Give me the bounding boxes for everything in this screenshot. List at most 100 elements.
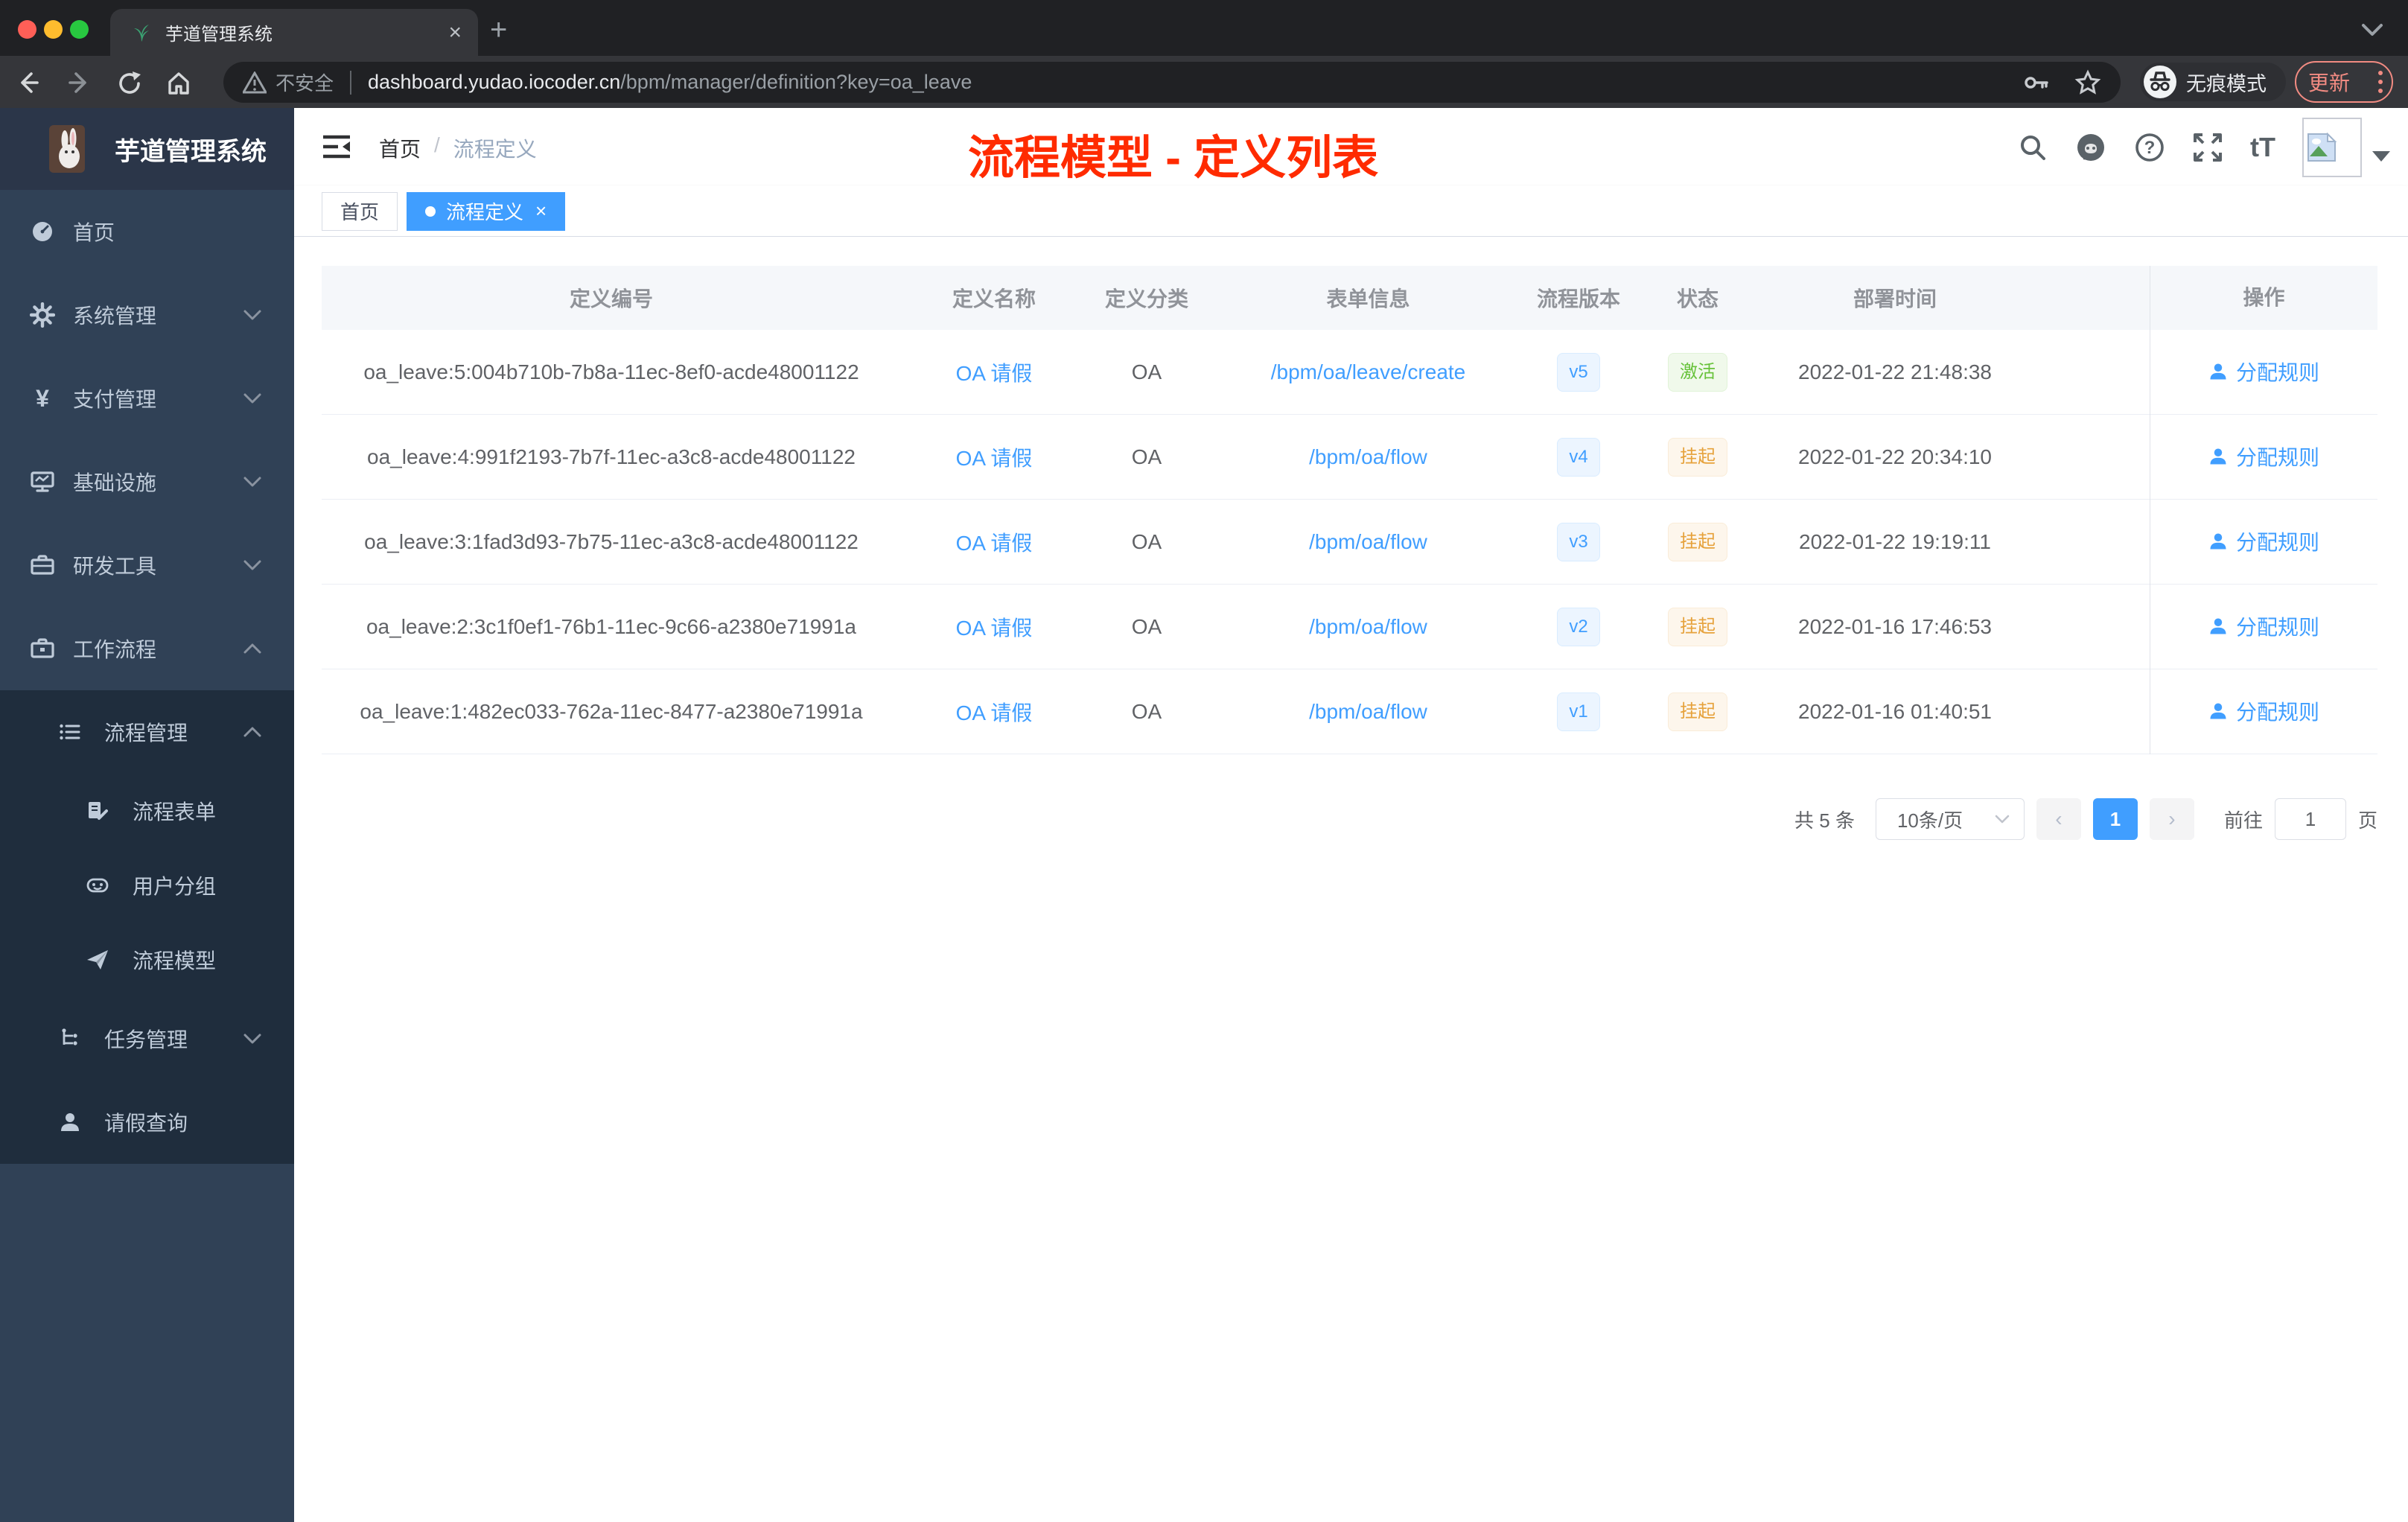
browser-menu-icon[interactable] (2378, 71, 2383, 93)
sidebar-fold-icon[interactable] (322, 133, 351, 160)
sidebar-item-label: 工作流程 (73, 638, 157, 661)
help-icon[interactable]: ? (2134, 132, 2165, 163)
sidebar-item-task-management[interactable]: 任务管理 (0, 997, 294, 1080)
definition-name-link[interactable]: OA 请假 (956, 617, 1033, 640)
chevron-down-icon (1995, 815, 2010, 824)
sidebar-item-label: 研发工具 (73, 555, 157, 578)
url-omnibox[interactable]: 不安全 dashboard.yudao.iocoder.cn/bpm/manag… (223, 62, 2121, 103)
col-action: 操作 (2150, 266, 2377, 330)
form-link[interactable]: /bpm/oa/flow (1309, 445, 1427, 468)
sidebar-item-label: 用户分组 (133, 875, 217, 898)
security-warning-icon[interactable] (243, 71, 267, 94)
assign-rule-label: 分配规则 (2235, 361, 2319, 384)
sidebar-item-leave-query[interactable]: 请假查询 (0, 1080, 294, 1164)
robot-face-icon (86, 873, 111, 897)
sidebar-item-label: 流程管理 (104, 722, 188, 745)
incognito-icon (2144, 66, 2176, 98)
browser-update-button[interactable]: 更新 (2295, 61, 2393, 103)
prev-page-button[interactable]: ‹ (2036, 798, 2081, 840)
chevron-down-icon (243, 476, 262, 488)
briefcase-icon (30, 636, 55, 661)
window-close-button[interactable] (18, 20, 36, 39)
sidebar-item-home[interactable]: 首页 (0, 190, 294, 273)
fullscreen-icon[interactable] (2192, 132, 2223, 163)
col-process-version: 流程版本 (1536, 287, 1620, 311)
definition-name-link[interactable]: OA 请假 (956, 362, 1033, 385)
table-row: oa_leave:1:482ec033-762a-11ec-8477-a2380… (322, 669, 2377, 754)
col-form-info: 表单信息 (1326, 287, 1410, 311)
page-unit-label: 页 (2357, 809, 2377, 832)
tag-process-definition[interactable]: 流程定义 × (407, 191, 566, 231)
col-definition-name: 定义名称 (952, 287, 1036, 311)
user-icon (2210, 448, 2226, 465)
sidebar-item-payment[interactable]: ¥ 支付管理 (0, 357, 294, 440)
url-text[interactable]: dashboard.yudao.iocoder.cn/bpm/manager/d… (368, 71, 2022, 94)
form-link[interactable]: /bpm/oa/flow (1309, 530, 1427, 553)
avatar-caret-icon[interactable] (2372, 150, 2390, 162)
assign-rule-button[interactable]: 分配规则 (2208, 357, 2319, 386)
table-row: oa_leave:4:991f2193-7b7f-11ec-a3c8-acde4… (322, 415, 2377, 500)
sidebar-item-label: 基础设施 (73, 471, 157, 494)
tag-home[interactable]: 首页 (322, 191, 398, 231)
form-link[interactable]: /bpm/oa/flow (1309, 700, 1427, 723)
cell-category: OA (1131, 699, 1162, 723)
cell-deploy-time: 2022-01-16 17:46:53 (1798, 614, 1992, 638)
github-icon[interactable] (2074, 131, 2107, 164)
cell-category: OA (1131, 445, 1162, 468)
form-link[interactable]: /bpm/oa/flow (1309, 615, 1427, 638)
definition-name-link[interactable]: OA 请假 (956, 701, 1033, 725)
breadcrumb-separator: / (434, 133, 440, 156)
definition-name-link[interactable]: OA 请假 (956, 447, 1033, 470)
home-icon[interactable] (165, 70, 192, 97)
sidebar-logo: 芋道管理系统 (0, 108, 294, 190)
new-tab-button[interactable]: + (490, 15, 507, 45)
sidebar-item-user-group[interactable]: 用户分组 (0, 848, 294, 923)
bookmark-star-icon[interactable] (2074, 69, 2101, 96)
avatar[interactable] (2302, 117, 2362, 177)
tags-view: 首页 流程定义 × (294, 186, 2408, 237)
tag-close-icon[interactable]: × (535, 200, 547, 223)
breadcrumb-home[interactable]: 首页 (379, 133, 421, 163)
tab-overview-chevron-icon[interactable] (2359, 21, 2386, 39)
url-path: /bpm/manager/definition?key=oa_leave (620, 71, 972, 93)
table-row: oa_leave:3:1fad3d93-7b75-11ec-a3c8-acde4… (322, 500, 2377, 585)
sidebar-item-process-model[interactable]: 流程模型 (0, 923, 294, 997)
security-label[interactable]: 不安全 (275, 69, 334, 96)
next-page-button[interactable]: › (2149, 798, 2194, 840)
sidebar-item-workflow[interactable]: 工作流程 (0, 607, 294, 690)
assign-rule-button[interactable]: 分配规则 (2208, 696, 2319, 726)
page-size-select[interactable]: 10条/页 (1875, 798, 2025, 840)
omnibox-divider (350, 70, 352, 95)
tab-close-icon[interactable]: × (448, 21, 462, 44)
assign-rule-button[interactable]: 分配规则 (2208, 526, 2319, 556)
window-zoom-button[interactable] (70, 20, 89, 39)
goto-page-input[interactable]: 1 (2274, 798, 2346, 840)
cell-definition-id: oa_leave:5:004b710b-7b8a-11ec-8ef0-acde4… (363, 360, 859, 383)
sidebar-item-system[interactable]: 系统管理 (0, 273, 294, 357)
browser-tab[interactable]: 芋道管理系统 × (110, 9, 478, 56)
navbar: 首页 / 流程定义 流程模型 - 定义列表 ? tT (294, 108, 2408, 186)
current-page-button[interactable]: 1 (2092, 798, 2138, 840)
active-tab-dot (425, 206, 436, 217)
definition-name-link[interactable]: OA 请假 (956, 532, 1033, 555)
sidebar-item-infrastructure[interactable]: 基础设施 (0, 440, 294, 523)
forward-icon[interactable] (67, 70, 92, 95)
sidebar-item-process-form[interactable]: 流程表单 (0, 774, 294, 848)
font-size-icon[interactable]: tT (2250, 132, 2275, 163)
sidebar-item-devtools[interactable]: 研发工具 (0, 523, 294, 607)
reload-icon[interactable] (116, 70, 143, 97)
form-link[interactable]: /bpm/oa/leave/create (1271, 360, 1466, 383)
password-key-icon[interactable] (2022, 69, 2049, 96)
chevron-up-icon (243, 726, 262, 738)
col-definition-category: 定义分类 (1104, 287, 1188, 311)
status-badge: 挂起 (1668, 522, 1727, 561)
cell-definition-id: oa_leave:2:3c1f0ef1-76b1-11ec-9c66-a2380… (366, 614, 856, 638)
search-icon[interactable] (2018, 133, 2048, 162)
back-icon[interactable] (15, 70, 40, 95)
assign-rule-button[interactable]: 分配规则 (2208, 442, 2319, 471)
sidebar-item-process-management[interactable]: 流程管理 (0, 690, 294, 774)
user-icon (58, 1110, 83, 1134)
window-minimize-button[interactable] (44, 20, 63, 39)
navbar-icons: ? tT (2018, 108, 2408, 186)
assign-rule-button[interactable]: 分配规则 (2208, 611, 2319, 641)
